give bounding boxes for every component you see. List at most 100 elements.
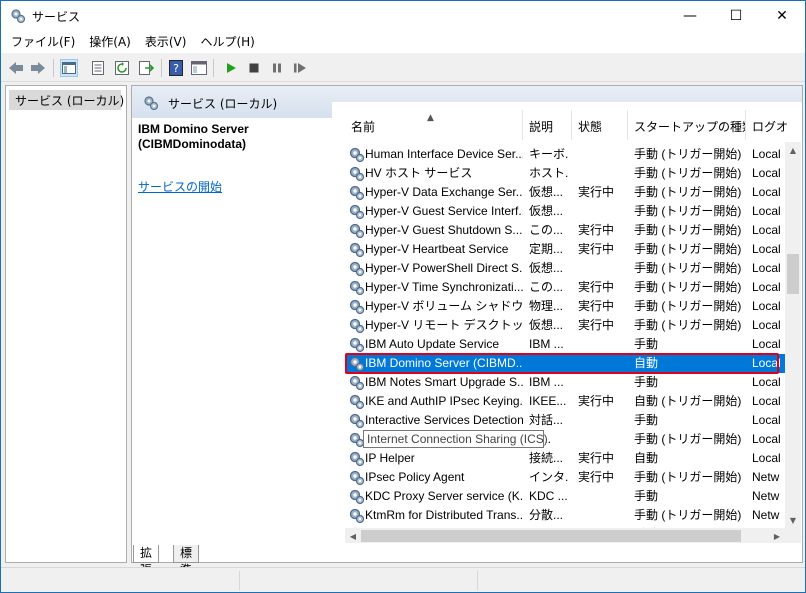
console-icon[interactable] [190,59,208,77]
cell-description: この... [529,280,564,294]
cell-startup-type: 手動 (トリガー開始) [634,223,742,237]
column-header-logon[interactable]: ログオ [746,110,801,140]
cell-logon: Local [752,204,781,218]
table-row[interactable]: Hyper-V Heartbeat Service 定期... 実行中 手動 (トリガ… [345,240,785,259]
service-gear-icon [349,489,365,505]
properties-icon[interactable] [89,59,107,77]
scroll-right-icon[interactable]: ▶ [769,528,785,543]
table-row[interactable]: IBM Notes Smart Upgrade S... IBM ... 手動 Loc… [345,373,785,392]
table-row[interactable]: Hyper-V Data Exchange Ser... 仮想... 実行中 手動 (… [345,183,785,202]
table-row[interactable]: Hyper-V Guest Service Interf... 仮想... 手動 (… [345,202,785,221]
cell-logon: Local [752,337,781,351]
close-button[interactable]: ✕ [759,1,805,31]
start-icon[interactable] [222,59,240,77]
start-service-link[interactable]: サービスの開始 [138,178,328,195]
toolbar: ? [1,54,805,82]
table-row[interactable]: Interactive Services Detection 対話... 手動 Loc… [345,411,785,430]
cell-status: 実行中 [578,451,615,465]
restart-icon[interactable] [291,59,309,77]
table-row-selected[interactable]: IBM Domino Server (CIBMD... 自動 Local [345,354,785,373]
table-row[interactable]: Hyper-V ボリューム シャドウ コピ... 物理... 実行中 手動 (トリガー… [345,297,785,316]
cell-logon: Local [752,280,781,294]
minimize-button[interactable]: — [667,1,713,31]
cell-status: 実行中 [578,242,615,256]
table-row[interactable]: KtmRm for Distributed Trans... 分散... 手動 (ト… [345,506,785,525]
table-row[interactable]: Hyper-V リモート デスクトップ仮... 仮想... 実行中 手動 (トリガー開… [345,316,785,335]
service-gear-icon [349,337,365,353]
table-row[interactable]: Hyper-V PowerShell Direct S... 仮想... 手動 (ト… [345,259,785,278]
maximize-button[interactable]: ☐ [713,1,759,31]
vertical-scroll-thumb[interactable] [787,254,799,294]
tree-item-services-local[interactable]: サービス (ローカル) [9,90,124,110]
cell-status: 実行中 [578,394,615,408]
horizontal-scroll-thumb[interactable] [361,530,741,542]
table-row[interactable]: IP Helper 接続... 実行中 自動 Local [345,449,785,468]
svg-text:?: ? [173,62,179,75]
service-gear-icon [349,470,365,486]
cell-logon: Netw [752,470,780,484]
horizontal-scrollbar[interactable]: ◀ ▶ [345,528,801,543]
table-row[interactable]: Human Interface Device Ser... キーボ... 手動 (ト… [345,145,785,164]
cell-startup-type: 手動 (トリガー開始) [634,204,742,218]
cell-name: IBM Domino Server (CIBMD... [365,356,523,370]
cell-description: 定期... [529,242,564,256]
column-header-startup-type[interactable]: スタートアップの種類 [628,110,746,140]
table-row[interactable]: IPsec Policy Agent インタ... 実行中 手動 (トリガー開始) Ne… [345,468,785,487]
service-gear-icon [349,413,365,429]
cell-startup-type: 手動 (トリガー開始) [634,261,742,275]
column-header-name[interactable]: 名前 [345,110,523,140]
column-header-description[interactable]: 説明 [523,110,572,140]
cell-description: この... [529,223,564,237]
scroll-down-icon[interactable]: ▼ [785,512,801,528]
close-icon: ✕ [776,8,788,24]
export-icon[interactable] [137,59,155,77]
cell-startup-type: 手動 (トリガー開始) [634,470,742,484]
menu-bar: ファイル(F) 操作(A) 表示(V) ヘルプ(H) [1,31,805,53]
vertical-scrollbar[interactable]: ▲ ▼ [785,142,801,528]
tab-extended[interactable]: 拡張 [133,545,160,577]
scroll-left-icon[interactable]: ◀ [345,528,361,543]
cell-description: 分散... [529,508,564,522]
cell-startup-type: 自動 [634,451,659,465]
table-row[interactable]: KDC Proxy Server service (K... KDC ... 手動 N… [345,487,785,506]
table-row[interactable]: IBM Auto Update Service IBM ... 手動 Local [345,335,785,354]
menu-view[interactable]: 表示(V) [138,31,194,53]
back-icon[interactable] [7,59,25,77]
forward-icon[interactable] [29,59,47,77]
status-segment [477,571,478,590]
cell-startup-type: 手動 [634,375,659,389]
menu-action[interactable]: 操作(A) [82,31,138,53]
table-row[interactable]: IKE and AuthIP IPsec Keying... IKEE... 実行中… [345,392,785,411]
cell-logon: Local [752,223,781,237]
title-bar: サービス — ☐ ✕ [1,1,805,31]
scroll-up-icon[interactable]: ▲ [785,142,801,158]
tab-standard[interactable]: 標準 [173,545,200,577]
cell-startup-type: 手動 (トリガー開始) [634,318,742,332]
show-tree-icon[interactable] [60,59,78,77]
status-segment [239,571,240,590]
service-gear-icon [349,356,365,372]
menu-file[interactable]: ファイル(F) [4,31,82,53]
console-tree: サービス (ローカル) [5,85,127,563]
cell-name: Hyper-V PowerShell Direct S... [365,261,523,275]
table-row[interactable]: Hyper-V Time Synchronizati... この... 実行中 手動 … [345,278,785,297]
cell-description: ホスト... [529,166,569,180]
column-header-status[interactable]: 状態 [572,110,628,140]
pause-icon[interactable] [268,59,286,77]
cell-status: 実行中 [578,223,615,237]
stop-icon[interactable] [245,59,263,77]
cell-name: Hyper-V Guest Service Interf... [365,204,523,218]
services-list: ▲ 名前 説明 状態 スタートアップの種類 ログオ Human Interfac… [345,110,801,543]
help-icon[interactable]: ? [167,59,185,77]
cell-name: KDC Proxy Server service (K... [365,489,523,503]
cell-name: IKE and AuthIP IPsec Keying... [365,394,523,408]
toolbar-separator [161,59,162,77]
table-row[interactable]: Hyper-V Guest Shutdown S... この... 実行中 手動 (ト… [345,221,785,240]
refresh-icon[interactable] [113,59,131,77]
service-detail-panel: IBM Domino Server (CIBMDominodata) サービスの… [138,122,328,195]
menu-help[interactable]: ヘルプ(H) [193,31,261,53]
cell-status: 実行中 [578,470,615,484]
cell-description: 仮想... [529,185,564,199]
table-row[interactable]: HV ホスト サービス ホスト... 手動 (トリガー開始) Local [345,164,785,183]
cell-name: HV ホスト サービス [365,166,473,180]
